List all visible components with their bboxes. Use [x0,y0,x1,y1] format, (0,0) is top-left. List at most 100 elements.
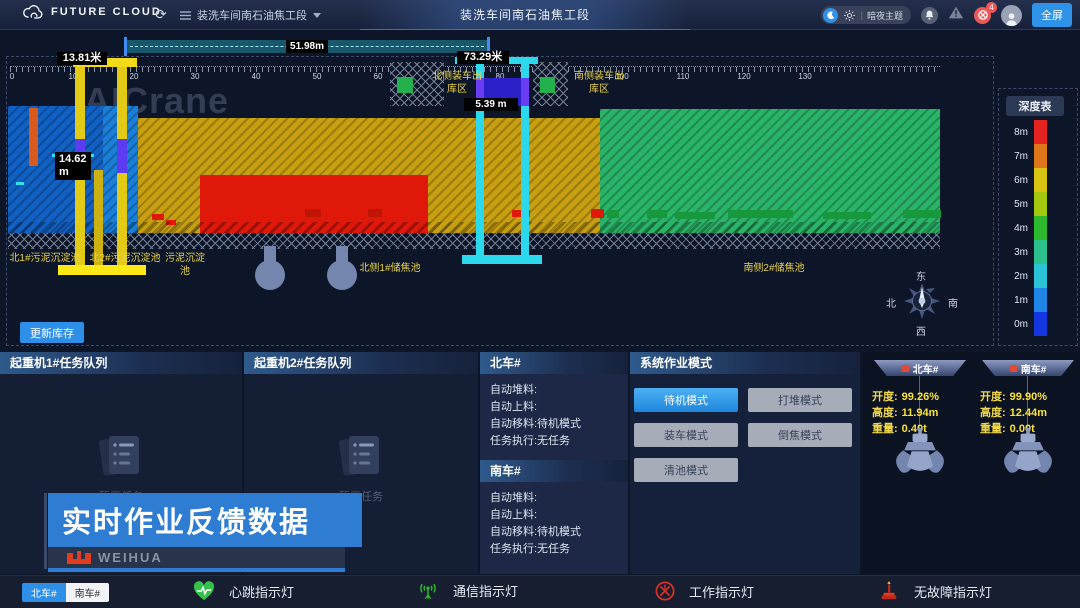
toggle-south-button[interactable]: 南车# [66,583,110,602]
status-row: 任务执行:无任务 [490,541,628,558]
system-mode-title: 系统作业模式 [630,352,860,374]
loadout-green-square [397,77,413,93]
sludge-pool-label: 北1#污泥沉淀池 [6,252,84,265]
stat-value: 12.44m [1010,407,1047,419]
south-crane-bottom-beam [462,255,542,264]
avatar[interactable] [1001,5,1022,26]
green-mark [903,210,941,218]
update-stock-button[interactable]: 更新库存 [20,322,84,343]
red-mark [152,214,164,220]
page-title: 装洗车间南石油焦工段 [360,0,690,30]
red-mark [368,209,382,217]
menu-icon [180,11,191,20]
south-crane-card-title: 南车# [1021,361,1047,376]
status-row: 自动上料: [490,399,628,416]
comm-label: 通信指示灯 [453,581,518,600]
bell-icon[interactable] [921,7,938,24]
south-crane-card-header: 南车# [982,360,1074,376]
depth-label: 8m [1004,127,1034,138]
depth-color [1034,216,1047,240]
depth-color [1034,120,1047,144]
warning-icon[interactable] [948,6,964,24]
red-square-icon [1010,365,1017,372]
green-mark [675,212,715,219]
stat-value: 11.94m [902,407,939,419]
depth-color [1034,312,1047,336]
heartbeat-icon [193,581,215,601]
workshop-selector[interactable]: 装洗车间南石油焦工段 [180,7,321,23]
banner-title: 实时作业反馈数据 [62,499,310,541]
crane2-queue-title: 起重机2#任务队列 [244,352,478,374]
ruler-tick: 30 [191,72,200,81]
depth-label: 7m [1004,151,1034,162]
toggle-north-button[interactable]: 北车# [22,583,66,602]
refresh-icon[interactable]: ⟳ [155,6,167,23]
status-row: 自动移料:待机模式 [490,524,628,541]
work-icon [655,581,675,601]
theme-toggle[interactable]: | 暗夜主题 [821,6,911,24]
ruler-tick: 130 [798,72,811,81]
banner-edge [44,493,47,569]
ruler-tick: 40 [252,72,261,81]
red-square-icon [902,365,909,372]
vehicle-status-panel: 北车# 自动堆料: 自动上料: 自动移料:待机模式 任务执行:无任务 南车# 自… [480,352,628,574]
heartbeat-label: 心跳指示灯 [229,582,294,601]
work-indicator: 工作指示灯 [655,581,754,601]
weihua-logo [66,550,92,565]
depth-color [1034,240,1047,264]
mode-loading-button[interactable]: 装车模式 [634,423,738,447]
brand: FUTURE CLOUD [22,5,162,19]
alarm-icon[interactable]: 4 [974,7,991,24]
status-row: 自动堆料: [490,490,628,507]
sun-icon[interactable] [842,8,857,23]
south-vehicle-title: 南车# [480,460,628,482]
claw-icon [889,428,951,482]
mode-standby-button[interactable]: 待机模式 [634,388,738,412]
stat-key: 高度: [980,407,1006,419]
ruler-tick: 20 [130,72,139,81]
south-crane-trolley [521,78,529,106]
green-mark [728,210,793,218]
feedback-banner: 实时作业反馈数据 WEIHUA [44,493,362,572]
topbar-tools: | 暗夜主题 4 全屏 [821,0,1072,30]
compass-west: 西 [916,323,926,338]
weihua-row: WEIHUA [48,547,345,568]
green-mark [607,210,619,218]
north-loadout-label: 北侧装车出库区 [428,70,486,96]
ruler-tick: 60 [374,72,383,81]
depth-label: 4m [1004,223,1034,234]
south-loadout-label: 南侧装车出库区 [570,70,628,96]
mode-stacking-button[interactable]: 打堆模式 [748,388,852,412]
depth-label: 0m [1004,319,1034,330]
green-mark [823,212,871,219]
compass-east: 东 [916,268,926,283]
mode-coke-dump-button[interactable]: 倒焦模式 [748,423,852,447]
north-crane-card-title: 北车# [913,361,939,376]
depth-color [1034,288,1047,312]
measure-post [124,37,127,56]
weihua-text: WEIHUA [98,550,163,565]
ruler-tick: 110 [677,72,690,81]
empty-tasks-icon [95,434,147,480]
south-crane-position-label: 73.29米 [457,51,509,64]
fullscreen-button[interactable]: 全屏 [1032,3,1072,27]
ruler-tick: 50 [313,72,322,81]
south-vehicle-rows: 自动堆料: 自动上料: 自动移料:待机模式 任务执行:无任务 [480,482,628,562]
depth-legend: 深度表 8m 7m 6m 5m 4m 3m 2m 1m 0m [1004,96,1072,336]
pool-edge-hatch [8,222,940,233]
heartbeat-indicator: 心跳指示灯 [193,581,294,601]
north-vehicle-rows: 自动堆料: 自动上料: 自动移料:待机模式 任务执行:无任务 [480,374,628,454]
red-mark [305,209,321,217]
system-mode-panel: 系统作业模式 待机模式 打堆模式 装车模式 倒焦模式 清池模式 [630,352,860,574]
top-bar: FUTURE CLOUD ⟳ 装洗车间南石油焦工段 装洗车间南石油焦工段 | 暗… [0,0,1080,30]
north-crane-height-label: 14.62 m [55,152,91,180]
stat-value: 99.90% [1010,391,1047,403]
depth-color [1034,264,1047,288]
depth-label: 2m [1004,271,1034,282]
mode-pool-clean-button[interactable]: 清池模式 [634,458,738,482]
depth-color [1034,168,1047,192]
vehicle-toggle: 北车# 南车# [22,583,109,602]
comm-indicator: 通信指示灯 [417,581,518,600]
stat-key: 开度: [980,391,1006,403]
moon-icon[interactable] [823,8,838,23]
